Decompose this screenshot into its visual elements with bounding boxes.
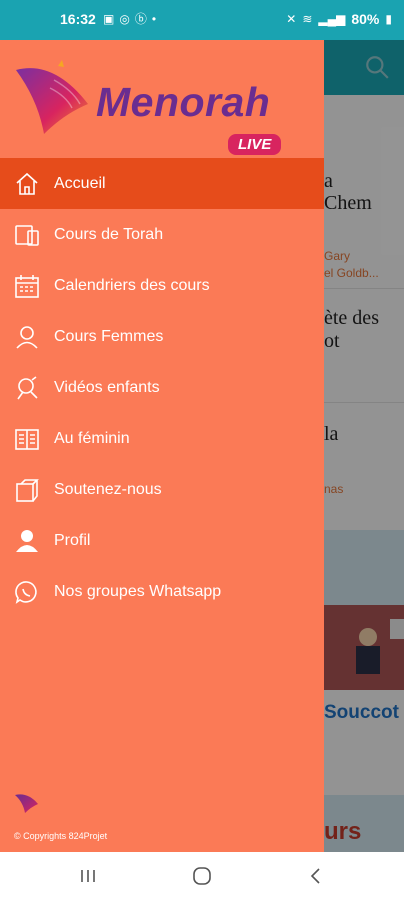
menu-item-label: Nos groupes Whatsapp [54, 582, 222, 600]
child-icon [14, 375, 40, 401]
system-nav-bar [0, 852, 404, 900]
drawer-menu: Accueil Cours de Torah Calendriers des c… [0, 158, 324, 617]
home-icon [14, 171, 40, 197]
gallery-icon: ▣ [103, 11, 115, 26]
status-time: 16:32 [60, 11, 96, 27]
woman-icon [14, 324, 40, 350]
menu-item-soutenez-nous[interactable]: Soutenez-nous [0, 464, 324, 515]
whatsapp-icon [14, 579, 40, 605]
back-icon [310, 868, 320, 884]
menu-item-label: Cours de Torah [54, 225, 164, 243]
copyright-text: © Copyrights 824Projet [14, 831, 108, 841]
calendar-icon [14, 273, 40, 299]
mute-icon: ✕ [286, 12, 297, 26]
devices-icon [14, 222, 40, 248]
status-right: ✕ ≋ ▂▄▆ 80% ▮ [286, 11, 392, 27]
menu-item-label: Accueil [54, 174, 106, 192]
logo-flame-icon [16, 60, 88, 134]
dollar-icon: ⓑ [134, 12, 147, 26]
menorah-live-logo: Menorah LIVE [14, 60, 284, 170]
recent-apps-icon [81, 870, 95, 882]
menu-item-label: Vidéos enfants [54, 378, 160, 396]
menu-item-videos-enfants[interactable]: Vidéos enfants [0, 362, 324, 413]
menu-item-cours-de-torah[interactable]: Cours de Torah [0, 209, 324, 260]
status-bar: 16:32 ▣ ◎ ⓑ • ✕ ≋ ▂▄▆ 80% ▮ [0, 0, 404, 40]
profile-icon [14, 528, 40, 554]
magazine-icon [14, 426, 40, 452]
menu-item-label: Calendriers des cours [54, 276, 210, 294]
menu-item-calendriers[interactable]: Calendriers des cours [0, 260, 324, 311]
footer-logo-icon [15, 794, 38, 813]
home-circle-icon [193, 867, 211, 885]
menu-item-profil[interactable]: Profil [0, 515, 324, 566]
whatsapp-notification-icon: ◎ [119, 11, 130, 26]
menu-item-label: Au féminin [54, 429, 130, 447]
battery-level: 80% [351, 11, 380, 27]
logo-live-badge: LIVE [228, 134, 282, 155]
logo-title: Menorah [96, 79, 271, 125]
recent-apps-button[interactable] [76, 864, 100, 888]
donate-icon [14, 477, 40, 503]
signal-icon: ▂▄▆ [318, 12, 346, 26]
home-button[interactable] [190, 864, 214, 888]
wifi-icon: ≋ [302, 12, 313, 26]
battery-icon: ▮ [385, 12, 392, 26]
menu-item-label: Profil [54, 531, 91, 549]
menu-item-label: Soutenez-nous [54, 480, 162, 498]
menu-item-whatsapp[interactable]: Nos groupes Whatsapp [0, 566, 324, 617]
menu-item-au-feminin[interactable]: Au féminin [0, 413, 324, 464]
dot-icon: • [151, 11, 157, 26]
menu-item-label: Cours Femmes [54, 327, 164, 345]
back-button[interactable] [303, 864, 327, 888]
navigation-drawer: Menorah LIVE Accueil Cours de Torah Cale… [0, 40, 324, 852]
menu-item-cours-femmes[interactable]: Cours Femmes [0, 311, 324, 362]
menu-item-accueil[interactable]: Accueil [0, 158, 324, 209]
notification-icons: ▣ ◎ ⓑ • [103, 10, 156, 27]
